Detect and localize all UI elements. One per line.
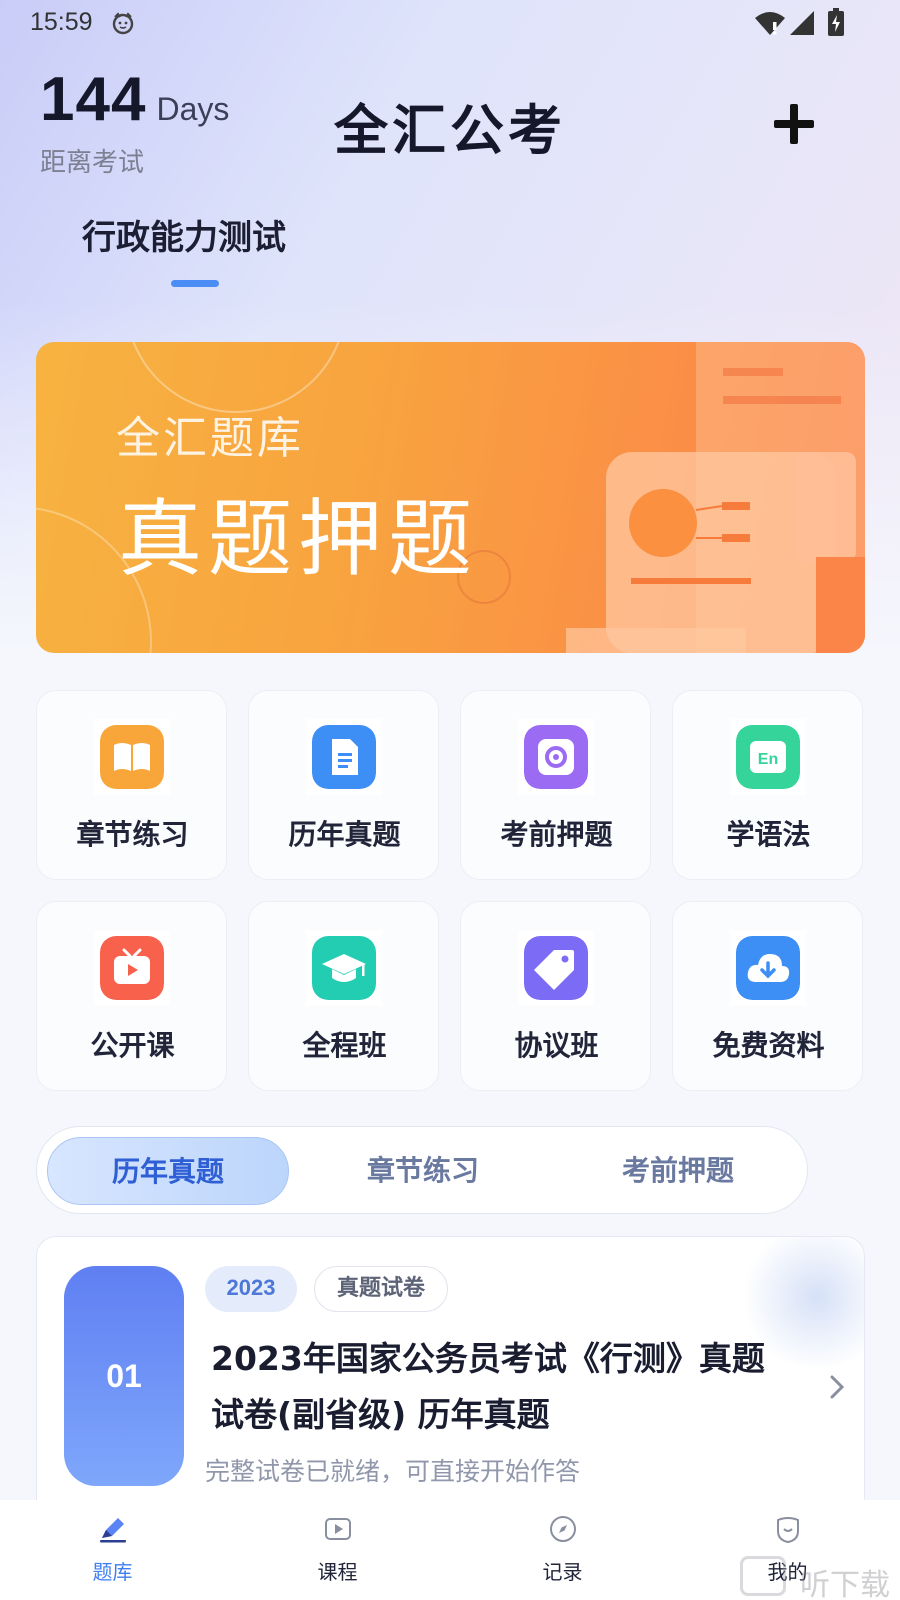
watermark-logo bbox=[740, 1556, 786, 1596]
paper-description: 完整试卷已就绪，可直接开始作答 bbox=[205, 1457, 581, 1486]
tag-icon bbox=[524, 936, 588, 1000]
feature-label: 考前押题 bbox=[500, 818, 613, 851]
feature-label: 协议班 bbox=[514, 1029, 599, 1062]
status-time: 15:59 bbox=[30, 8, 93, 36]
svg-text:En: En bbox=[758, 751, 778, 768]
feature-chapter-practice[interactable]: 章节练习 bbox=[36, 690, 227, 880]
feature-grammar[interactable]: En 学语法 bbox=[672, 690, 863, 880]
feature-label: 章节练习 bbox=[76, 818, 189, 851]
status-bar: 15:59 bbox=[0, 0, 900, 46]
nav-question-bank[interactable]: 题库 bbox=[0, 1500, 225, 1600]
nav-label: 记录 bbox=[542, 1560, 583, 1584]
segment-pre-exam[interactable]: 考前押题 bbox=[557, 1137, 799, 1205]
feature-past-papers[interactable]: 历年真题 bbox=[248, 690, 439, 880]
tv-icon bbox=[100, 936, 164, 1000]
disc-icon bbox=[524, 725, 588, 789]
paper-list-item[interactable]: 01 2023 真题试卷 2023年国家公务员考试《行测》真题试卷(副省级) 历… bbox=[36, 1236, 865, 1536]
chevron-right-icon bbox=[830, 1375, 845, 1399]
feature-label: 全程班 bbox=[302, 1029, 387, 1062]
banner-subtitle: 全汇题库 bbox=[116, 413, 304, 464]
wifi-icon bbox=[755, 12, 785, 35]
book-icon bbox=[100, 725, 164, 789]
watermark-text: 听下载 bbox=[800, 1568, 890, 1600]
english-icon: En bbox=[736, 725, 800, 789]
year-tag: 2023 bbox=[205, 1266, 297, 1312]
tab-indicator bbox=[171, 280, 219, 287]
battery-icon bbox=[828, 8, 844, 36]
feature-label: 学语法 bbox=[726, 818, 811, 851]
add-icon[interactable] bbox=[770, 100, 818, 148]
profile-icon bbox=[777, 1517, 799, 1544]
banner-title: 真题押题 bbox=[118, 490, 479, 588]
segment-chapter-practice[interactable]: 章节练习 bbox=[302, 1137, 544, 1205]
paper-title: 2023年国家公务员考试《行测》真题试卷(副省级) 历年真题 bbox=[211, 1339, 765, 1434]
nav-courses[interactable]: 课程 bbox=[225, 1500, 450, 1600]
cat-icon bbox=[112, 12, 134, 35]
graduation-cap-icon bbox=[312, 936, 376, 1000]
feature-pre-exam-prediction[interactable]: 考前押题 bbox=[460, 690, 651, 880]
feature-open-class[interactable]: 公开课 bbox=[36, 901, 227, 1091]
compass-icon bbox=[550, 1516, 576, 1542]
nav-records[interactable]: 记录 bbox=[450, 1500, 675, 1600]
type-tag: 真题试卷 bbox=[314, 1266, 448, 1312]
nav-label: 课程 bbox=[317, 1560, 358, 1584]
feature-full-course[interactable]: 全程班 bbox=[248, 901, 439, 1091]
document-icon bbox=[312, 725, 376, 789]
feature-label: 免费资料 bbox=[712, 1029, 825, 1062]
signal-icon bbox=[790, 11, 814, 35]
paper-type-segment: 历年真题 章节练习 考前押题 bbox=[36, 1126, 808, 1214]
play-icon bbox=[325, 1518, 351, 1540]
paper-rank: 01 bbox=[64, 1266, 184, 1486]
feature-label: 历年真题 bbox=[288, 818, 401, 851]
app-title: 全汇公考 bbox=[334, 99, 566, 162]
cloud-download-icon bbox=[736, 936, 800, 1000]
feature-agreement-class[interactable]: 协议班 bbox=[460, 901, 651, 1091]
segment-past-papers[interactable]: 历年真题 bbox=[47, 1137, 289, 1205]
subject-tab[interactable]: 行政能力测试 bbox=[82, 210, 286, 259]
promo-banner[interactable]: 全汇题库 真题押题 bbox=[36, 342, 865, 653]
feature-free-materials[interactable]: 免费资料 bbox=[672, 901, 863, 1091]
nav-label: 题库 bbox=[92, 1560, 133, 1584]
pencil-icon bbox=[100, 1518, 126, 1543]
feature-label: 公开课 bbox=[90, 1029, 175, 1062]
